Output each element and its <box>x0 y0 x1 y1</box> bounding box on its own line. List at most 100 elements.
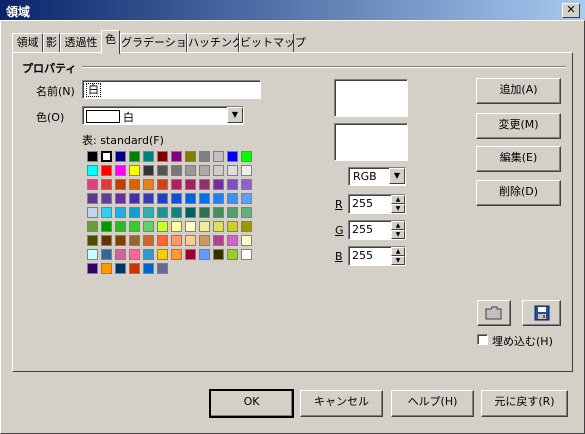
color-swatch[interactable] <box>87 165 98 176</box>
color-swatch[interactable] <box>185 221 196 232</box>
color-swatch[interactable] <box>115 193 126 204</box>
g-spinner[interactable]: ▲ ▼ <box>391 221 405 239</box>
color-swatch[interactable] <box>199 165 210 176</box>
r-input[interactable]: 255 ▲ ▼ <box>348 194 406 214</box>
save-color-table-button[interactable] <box>522 300 561 326</box>
color-swatch[interactable] <box>185 249 196 260</box>
color-swatch[interactable] <box>171 235 182 246</box>
color-swatch[interactable] <box>101 151 112 162</box>
color-swatch[interactable] <box>101 221 112 232</box>
color-swatch[interactable] <box>199 151 210 162</box>
color-swatch[interactable] <box>115 151 126 162</box>
color-swatch[interactable] <box>227 207 238 218</box>
color-swatch[interactable] <box>199 193 210 204</box>
edit-button[interactable]: 編集(E) <box>476 146 561 172</box>
color-swatch[interactable] <box>87 193 98 204</box>
color-swatch[interactable] <box>241 207 252 218</box>
color-swatch[interactable] <box>157 193 168 204</box>
reset-button[interactable]: 元に戻す(R) <box>481 390 568 417</box>
color-swatch[interactable] <box>143 165 154 176</box>
color-swatch[interactable] <box>241 221 252 232</box>
b-input[interactable]: 255 ▲ ▼ <box>348 246 406 266</box>
tab-hatching[interactable]: ハッチング <box>187 33 243 53</box>
spin-up-icon[interactable]: ▲ <box>391 221 405 230</box>
embed-checkbox[interactable] <box>477 334 488 345</box>
color-swatch[interactable] <box>129 263 140 274</box>
color-swatch[interactable] <box>101 207 112 218</box>
color-swatch[interactable] <box>213 193 224 204</box>
color-swatch[interactable] <box>143 221 154 232</box>
color-swatch[interactable] <box>129 179 140 190</box>
color-swatch[interactable] <box>101 179 112 190</box>
help-button[interactable]: ヘルプ(H) <box>391 390 474 417</box>
color-swatch[interactable] <box>129 151 140 162</box>
color-swatch[interactable] <box>143 263 154 274</box>
color-swatch[interactable] <box>213 165 224 176</box>
color-swatch[interactable] <box>241 235 252 246</box>
color-swatch[interactable] <box>157 179 168 190</box>
ok-button[interactable]: OK <box>209 389 294 418</box>
color-swatch[interactable] <box>157 235 168 246</box>
color-swatch[interactable] <box>185 207 196 218</box>
color-swatch[interactable] <box>157 207 168 218</box>
color-swatch[interactable] <box>241 193 252 204</box>
color-swatch[interactable] <box>171 151 182 162</box>
color-swatch[interactable] <box>115 207 126 218</box>
color-swatch[interactable] <box>171 207 182 218</box>
delete-button[interactable]: 削除(D) <box>476 180 561 206</box>
tab-bitmap[interactable]: ビットマップ <box>239 33 306 53</box>
color-swatch[interactable] <box>143 193 154 204</box>
color-swatch[interactable] <box>115 179 126 190</box>
color-swatch[interactable] <box>241 249 252 260</box>
color-swatch[interactable] <box>129 193 140 204</box>
color-swatch[interactable] <box>199 249 210 260</box>
color-swatch[interactable] <box>87 179 98 190</box>
color-swatch[interactable] <box>87 263 98 274</box>
color-swatch[interactable] <box>129 235 140 246</box>
color-palette[interactable] <box>87 151 257 286</box>
spin-up-icon[interactable]: ▲ <box>391 195 405 204</box>
color-swatch[interactable] <box>143 249 154 260</box>
color-swatch[interactable] <box>227 165 238 176</box>
spin-down-icon[interactable]: ▼ <box>391 204 405 213</box>
color-swatch[interactable] <box>227 179 238 190</box>
color-swatch[interactable] <box>199 179 210 190</box>
color-swatch[interactable] <box>143 207 154 218</box>
color-swatch[interactable] <box>87 249 98 260</box>
color-swatch[interactable] <box>185 193 196 204</box>
color-swatch[interactable] <box>143 179 154 190</box>
color-swatch[interactable] <box>241 165 252 176</box>
tab-gradient[interactable]: グラデーション <box>120 33 198 53</box>
color-swatch[interactable] <box>171 193 182 204</box>
color-swatch[interactable] <box>101 263 112 274</box>
tab-area[interactable]: 領域 <box>12 33 43 53</box>
color-swatch[interactable] <box>199 221 210 232</box>
color-swatch[interactable] <box>101 249 112 260</box>
color-swatch[interactable] <box>101 193 112 204</box>
name-field[interactable]: 白 <box>82 80 261 99</box>
cancel-button[interactable]: キャンセル <box>300 390 383 417</box>
color-swatch[interactable] <box>157 165 168 176</box>
color-swatch[interactable] <box>213 221 224 232</box>
color-swatch[interactable] <box>87 221 98 232</box>
tab-colors[interactable]: 色 <box>101 30 120 54</box>
close-button[interactable]: ✕ <box>562 3 580 18</box>
chevron-down-icon[interactable]: ▼ <box>389 168 405 184</box>
color-swatch[interactable] <box>171 179 182 190</box>
color-swatch[interactable] <box>227 221 238 232</box>
color-swatch[interactable] <box>115 221 126 232</box>
color-swatch[interactable] <box>199 207 210 218</box>
color-swatch[interactable] <box>115 165 126 176</box>
color-swatch[interactable] <box>115 263 126 274</box>
color-swatch[interactable] <box>143 151 154 162</box>
color-swatch[interactable] <box>157 151 168 162</box>
color-swatch[interactable] <box>227 249 238 260</box>
color-swatch[interactable] <box>171 249 182 260</box>
tab-transparency[interactable]: 透過性 <box>60 33 102 53</box>
color-swatch[interactable] <box>213 235 224 246</box>
color-swatch[interactable] <box>185 165 196 176</box>
color-swatch[interactable] <box>157 263 168 274</box>
color-swatch[interactable] <box>227 151 238 162</box>
color-swatch[interactable] <box>115 235 126 246</box>
g-input[interactable]: 255 ▲ ▼ <box>348 220 406 240</box>
